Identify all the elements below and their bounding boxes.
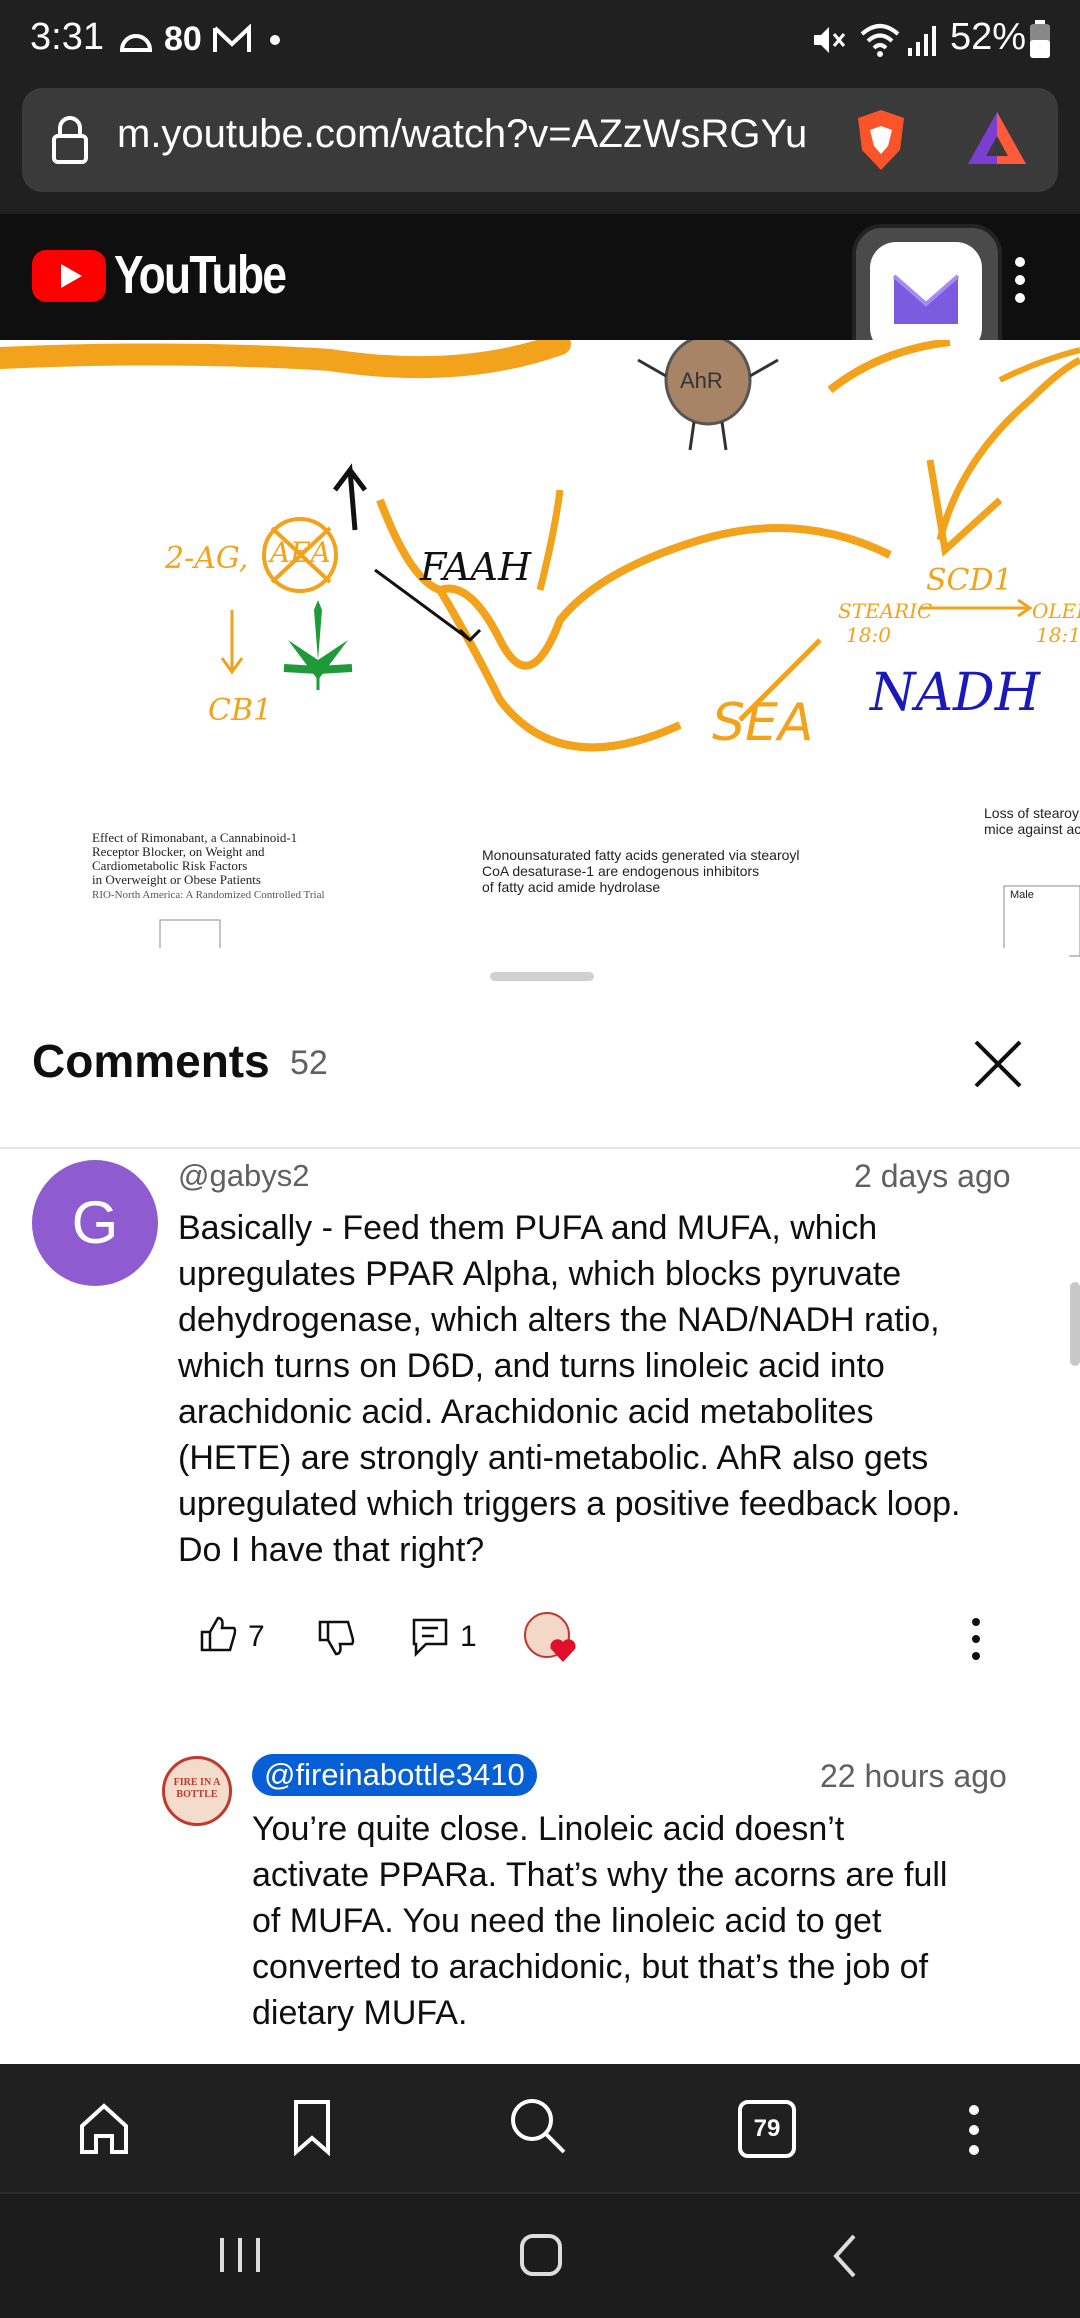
browser-bottom-bar: 79 <box>0 2064 1080 2192</box>
comment-more-icon[interactable] <box>968 1616 984 1662</box>
home-icon[interactable] <box>76 2100 132 2156</box>
svg-text:SCD1: SCD1 <box>926 563 1013 598</box>
bookmark-icon[interactable] <box>292 2098 332 2156</box>
dot-icon <box>270 35 280 45</box>
comments-panel: Comments 52 G @gabys2 2 days ago Basical… <box>0 948 1080 2064</box>
svg-text:AEA: AEA <box>267 536 331 569</box>
svg-text:Male: Male <box>1010 889 1034 901</box>
drag-handle[interactable] <box>490 972 594 981</box>
svg-text:in Overweight or Obese Patient: in Overweight or Obese Patients <box>92 872 261 887</box>
address-bar[interactable]: m.youtube.com/watch?v=AZzWsRGYu <box>22 88 1058 192</box>
menu-icon[interactable] <box>962 2102 986 2158</box>
recent-apps-icon[interactable] <box>216 2234 264 2276</box>
reply-count: 1 <box>460 1620 477 1653</box>
video-frame-drawing: AhR 2-AG, AEA CB1 FAAH SEA NADH SCD1 STE… <box>0 340 1080 957</box>
signal-icon <box>908 26 936 56</box>
reply-author-badge[interactable]: @fireinabottle3410 <box>252 1754 537 1796</box>
svg-text:18:0: 18:0 <box>846 623 891 647</box>
svg-text:18:1: 18:1 <box>1036 623 1080 647</box>
reply-icon[interactable] <box>410 1616 450 1658</box>
comment-author[interactable]: @gabys2 <box>178 1158 309 1194</box>
more-options-icon[interactable] <box>1012 254 1028 306</box>
scrollbar[interactable] <box>1070 1282 1080 1366</box>
video-player[interactable]: AhR 2-AG, AEA CB1 FAAH SEA NADH SCD1 STE… <box>0 340 1080 960</box>
svg-text:Cardiometabolic Risk Factors: Cardiometabolic Risk Factors <box>92 858 247 873</box>
browser-toolbar: m.youtube.com/watch?v=AZzWsRGYu <box>0 80 1080 214</box>
mute-icon <box>814 27 846 53</box>
battery-percent: 52% <box>950 16 1027 58</box>
svg-text:CoA desaturase-1 are endogenou: CoA desaturase-1 are endogenous inhibito… <box>482 863 759 879</box>
svg-text:2-AG,: 2-AG, <box>164 541 248 576</box>
wifi-icon <box>860 24 900 57</box>
svg-text:of fatty acid amide hydrolase: of fatty acid amide hydrolase <box>482 879 660 895</box>
brave-shield-icon[interactable] <box>850 106 912 174</box>
url-text[interactable]: m.youtube.com/watch?v=AZzWsRGYu <box>117 112 857 157</box>
battery-icon <box>1030 20 1050 58</box>
comment-body: Basically - Feed them PUFA and MUFA, whi… <box>178 1209 961 1569</box>
youtube-header: YouTube <box>0 214 1080 374</box>
status-bar: 3:31 80 52% <box>0 0 1080 80</box>
comment-time: 2 days ago <box>854 1158 1011 1194</box>
reply-time: 22 hours ago <box>820 1758 1007 1794</box>
mail-icon <box>213 24 251 52</box>
comments-title: Comments <box>32 1035 270 1087</box>
svg-text:mice against ac: mice against ac <box>984 821 1080 837</box>
svg-text:NADH: NADH <box>868 663 1042 723</box>
tabs-button[interactable]: 79 <box>738 2100 796 2158</box>
svg-text:CB1: CB1 <box>208 693 272 728</box>
back-icon[interactable] <box>828 2232 862 2280</box>
status-time: 3:31 <box>30 16 104 58</box>
svg-text:Monounsaturated fatty acids ge: Monounsaturated fatty acids generated vi… <box>482 847 800 863</box>
cloud-icon <box>119 34 153 52</box>
nav-home-icon[interactable] <box>518 2232 564 2278</box>
brave-rewards-icon[interactable] <box>964 108 1030 168</box>
svg-text:Receptor Blocker, on Weight an: Receptor Blocker, on Weight and <box>92 844 265 859</box>
dislike-icon[interactable] <box>316 1618 356 1658</box>
youtube-logo-text[interactable]: YouTube <box>114 244 287 306</box>
svg-text:Effect of Rimonabant, a Cannab: Effect of Rimonabant, a Cannabinoid-1 <box>92 830 297 845</box>
cannabis-leaf-icon <box>283 600 353 690</box>
like-icon[interactable] <box>198 1614 238 1654</box>
proton-mail-icon <box>892 274 960 324</box>
svg-text:SEA: SEA <box>712 693 813 753</box>
youtube-logo-icon[interactable] <box>32 250 106 302</box>
avatar[interactable]: G <box>32 1160 158 1286</box>
system-nav-bar <box>0 2192 1080 2318</box>
notif-count: 80 <box>164 20 202 58</box>
divider <box>0 1147 1080 1149</box>
ahr-character-icon <box>637 340 779 451</box>
lock-icon[interactable] <box>50 114 90 166</box>
like-count: 7 <box>248 1620 265 1653</box>
reply-body: You’re quite close. Linoleic acid doesn’… <box>252 1810 948 2032</box>
comments-count: 52 <box>290 1044 328 1082</box>
close-icon[interactable] <box>968 1034 1028 1094</box>
svg-text:RIO-North America: A Randomize: RIO-North America: A Randomized Controll… <box>92 889 325 901</box>
heart-icon <box>550 1639 576 1662</box>
svg-text:Loss of stearoy: Loss of stearoy <box>984 805 1079 821</box>
svg-text:FAAH: FAAH <box>419 545 532 589</box>
search-icon[interactable] <box>508 2096 568 2156</box>
svg-text:STEARIC: STEARIC <box>838 599 932 623</box>
svg-text:OLEIC: OLEIC <box>1032 599 1080 623</box>
reply-avatar[interactable]: FIRE IN A BOTTLE <box>162 1756 232 1826</box>
svg-text:AhR: AhR <box>680 368 723 393</box>
